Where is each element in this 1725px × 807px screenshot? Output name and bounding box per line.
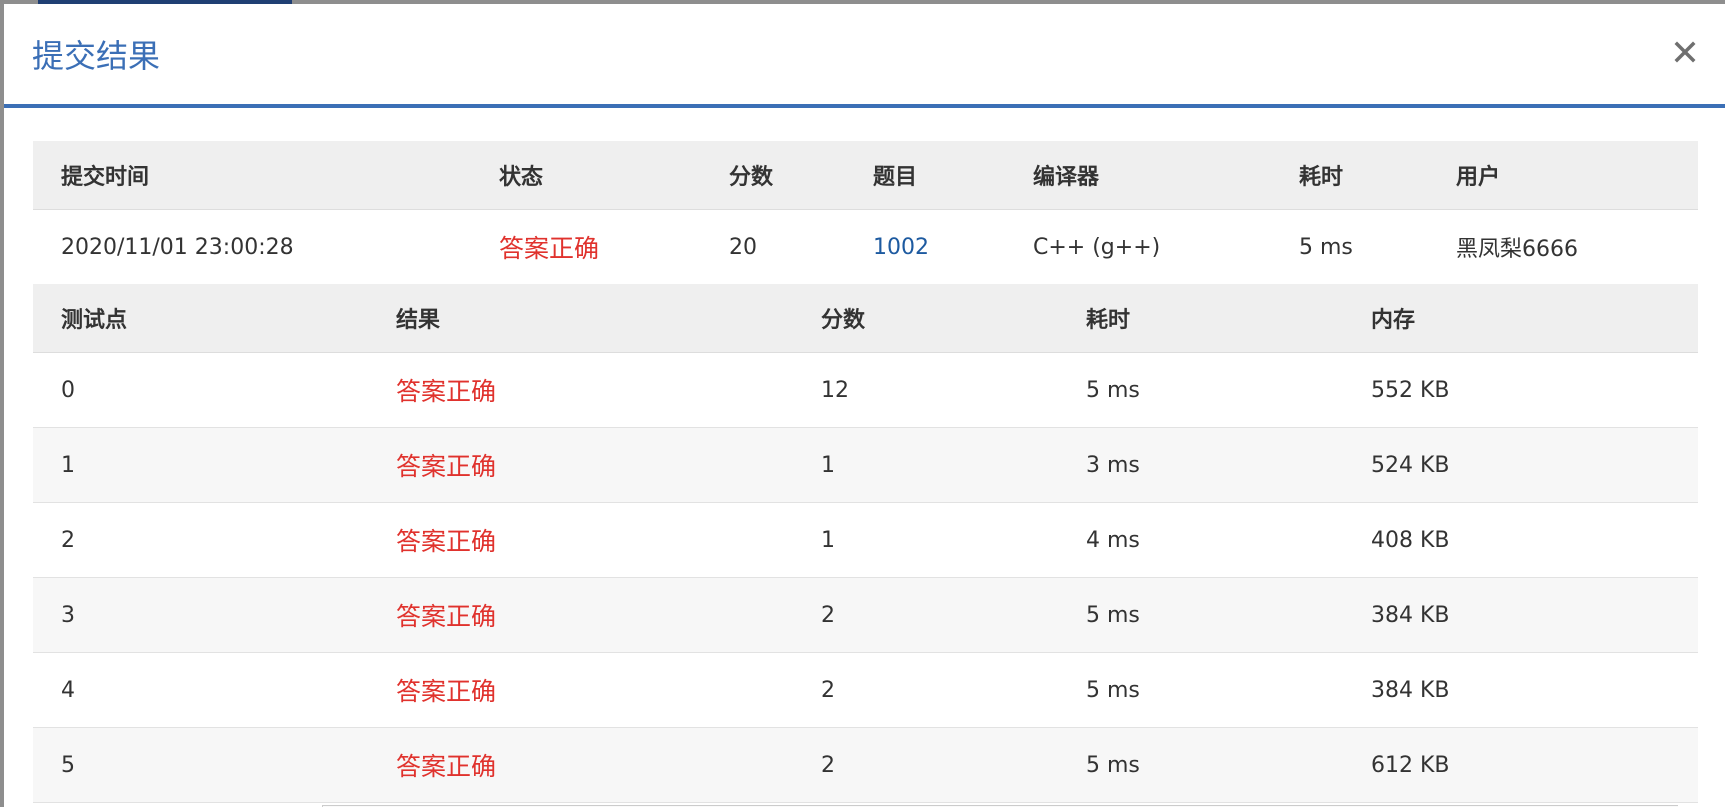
header-score: 分数 xyxy=(701,141,845,210)
summary-row: 2020/11/01 23:00:28 答案正确 20 1002 C++ (g+… xyxy=(33,209,1698,284)
test-score: 12 xyxy=(793,352,1058,428)
user-value: 黑凤梨6666 xyxy=(1428,209,1698,284)
header-elapsed: 耗时 xyxy=(1271,141,1428,210)
elapsed-value: 5 ms xyxy=(1271,209,1428,284)
test-result: 答案正确 xyxy=(368,727,793,803)
test-score: 2 xyxy=(793,652,1058,728)
summary-header-row: 提交时间 状态 分数 题目 编译器 耗时 用户 xyxy=(33,141,1698,210)
header-test-score: 分数 xyxy=(793,284,1058,353)
test-time: 5 ms xyxy=(1058,352,1343,428)
test-id: 5 xyxy=(33,727,368,803)
problem-cell: 1002 xyxy=(845,209,1005,284)
test-memory: 384 KB xyxy=(1343,652,1698,728)
test-time: 5 ms xyxy=(1058,727,1343,803)
header-submit-time: 提交时间 xyxy=(33,141,471,210)
table-row: 2 答案正确 1 4 ms 408 KB xyxy=(33,502,1698,578)
test-memory: 612 KB xyxy=(1343,727,1698,803)
test-id: 4 xyxy=(33,652,368,728)
test-time: 4 ms xyxy=(1058,502,1343,578)
test-time: 5 ms xyxy=(1058,577,1343,653)
test-score: 2 xyxy=(793,727,1058,803)
modal-header: 提交结果 xyxy=(4,4,1725,108)
header-status: 状态 xyxy=(471,141,701,210)
test-id: 2 xyxy=(33,502,368,578)
test-id: 3 xyxy=(33,577,368,653)
test-score: 2 xyxy=(793,577,1058,653)
modal-body: 提交时间 状态 分数 题目 编译器 耗时 用户 2020/11/01 23:00… xyxy=(33,141,1698,803)
header-problem: 题目 xyxy=(845,141,1005,210)
table-row: 5 答案正确 2 5 ms 612 KB xyxy=(33,727,1698,803)
table-row: 4 答案正确 2 5 ms 384 KB xyxy=(33,652,1698,728)
close-button[interactable] xyxy=(1667,34,1703,70)
status-value: 答案正确 xyxy=(471,209,701,284)
test-result: 答案正确 xyxy=(368,652,793,728)
close-icon xyxy=(1674,41,1696,63)
submission-summary-table: 提交时间 状态 分数 题目 编译器 耗时 用户 2020/11/01 23:00… xyxy=(33,141,1698,284)
header-user: 用户 xyxy=(1428,141,1698,210)
header-compiler: 编译器 xyxy=(1005,141,1271,210)
problem-link[interactable]: 1002 xyxy=(873,235,929,260)
header-test-point: 测试点 xyxy=(33,284,368,353)
table-row: 1 答案正确 1 3 ms 524 KB xyxy=(33,427,1698,503)
submission-result-modal: 提交结果 提交时间 状态 分数 题目 编译器 耗时 用户 2020/11/01 … xyxy=(4,4,1725,807)
modal-title: 提交结果 xyxy=(32,37,161,75)
score-value: 20 xyxy=(701,209,845,284)
header-memory: 内存 xyxy=(1343,284,1698,353)
test-score: 1 xyxy=(793,502,1058,578)
test-result: 答案正确 xyxy=(368,502,793,578)
test-memory: 408 KB xyxy=(1343,502,1698,578)
test-result: 答案正确 xyxy=(368,427,793,503)
test-memory: 384 KB xyxy=(1343,577,1698,653)
header-result: 结果 xyxy=(368,284,793,353)
test-cases-table: 测试点 结果 分数 耗时 内存 0 答案正确 12 5 ms 552 KB 1 xyxy=(33,284,1698,803)
test-time: 5 ms xyxy=(1058,652,1343,728)
header-test-time: 耗时 xyxy=(1058,284,1343,353)
test-result: 答案正确 xyxy=(368,352,793,428)
compiler-value: C++ (g++) xyxy=(1005,209,1271,284)
test-score: 1 xyxy=(793,427,1058,503)
test-memory: 524 KB xyxy=(1343,427,1698,503)
test-id: 1 xyxy=(33,427,368,503)
table-row: 0 答案正确 12 5 ms 552 KB xyxy=(33,352,1698,428)
test-time: 3 ms xyxy=(1058,427,1343,503)
table-row: 3 答案正确 2 5 ms 384 KB xyxy=(33,577,1698,653)
test-id: 0 xyxy=(33,352,368,428)
test-result: 答案正确 xyxy=(368,577,793,653)
tests-header-row: 测试点 结果 分数 耗时 内存 xyxy=(33,284,1698,353)
submit-time: 2020/11/01 23:00:28 xyxy=(33,209,471,284)
test-memory: 552 KB xyxy=(1343,352,1698,428)
